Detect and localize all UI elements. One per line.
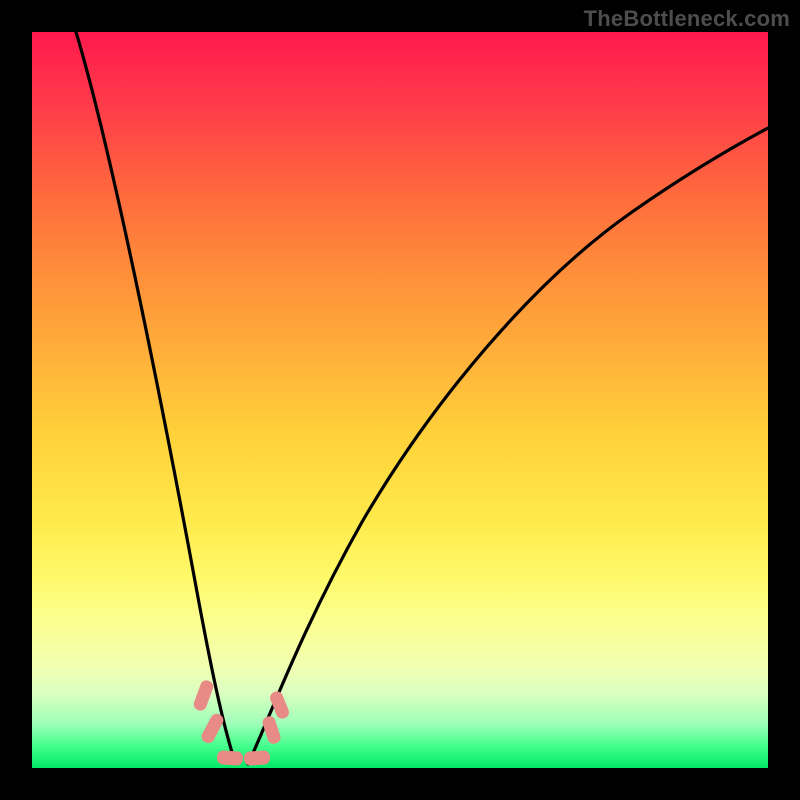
plot-area bbox=[32, 32, 768, 768]
curve-svg bbox=[32, 32, 768, 768]
curve-left-branch bbox=[76, 32, 235, 762]
marker-bottom-left bbox=[217, 750, 244, 766]
watermark-text: TheBottleneck.com bbox=[584, 6, 790, 32]
curve-right-branch bbox=[248, 128, 768, 764]
marker-bottom-right bbox=[243, 750, 270, 766]
chart-frame: TheBottleneck.com bbox=[0, 0, 800, 800]
